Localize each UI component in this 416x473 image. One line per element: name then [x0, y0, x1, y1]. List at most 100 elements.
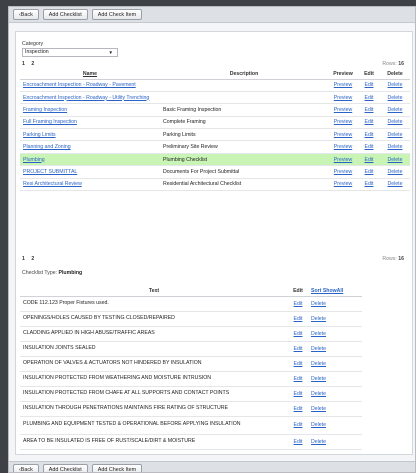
rows-value: 16 [398, 61, 404, 67]
delete-link[interactable]: Delete [311, 301, 326, 307]
edit-link[interactable]: Edit [365, 107, 374, 113]
back-button[interactable]: ‹Back [13, 9, 39, 20]
preview-link[interactable]: Preview [334, 169, 352, 175]
add-check-item-button[interactable]: Add Check Item [91, 464, 143, 472]
edit-link[interactable]: Edit [365, 169, 374, 175]
preview-link[interactable]: Preview [334, 107, 352, 113]
checklist-name-link[interactable]: Planning and Zoning [23, 144, 71, 150]
delete-link[interactable]: Delete [388, 82, 403, 88]
delete-link[interactable]: Delete [311, 346, 326, 352]
delete-link[interactable]: Delete [388, 107, 403, 113]
delete-link[interactable]: Delete [311, 361, 326, 367]
delete-link[interactable]: Delete [311, 406, 326, 412]
edit-link[interactable]: Edit [294, 439, 303, 445]
edit-link[interactable]: Edit [365, 119, 374, 125]
check-items-table: Text Edit Sort ShowAll CODE 112.123 Prop… [20, 286, 362, 450]
checklist-description: Basic Framing Inspection [163, 106, 222, 113]
checklist-name-link[interactable]: Plumbing [23, 157, 45, 163]
chevron-down-icon: ▼ [108, 50, 113, 55]
checklist-name-link[interactable]: Encroachment Inspection - Roadway - Pave… [23, 82, 136, 88]
edit-link[interactable]: Edit [294, 361, 303, 367]
delete-link[interactable]: Delete [388, 169, 403, 175]
edit-link[interactable]: Edit [365, 95, 374, 101]
check-item-text: CODE 112.123 Proper Fixtures used. [23, 299, 109, 306]
page-2-link[interactable]: 2 [31, 61, 34, 67]
edit-link[interactable]: Edit [365, 157, 374, 163]
edit-link[interactable]: Edit [294, 391, 303, 397]
bottom-toolbar: ‹Back Add Checklist Add Check Item [9, 461, 415, 472]
table-row: INSULATION PROTECTED FROM WEATHERING AND… [20, 371, 362, 386]
add-checklist-button[interactable]: Add Checklist [42, 464, 88, 472]
delete-link[interactable]: Delete [311, 422, 326, 428]
check-item-text: INSULATION JOINTS SEALED [23, 344, 96, 351]
checklist-window: ‹Back Add Checklist Add Check Item Categ… [8, 6, 416, 473]
delete-link[interactable]: Delete [311, 331, 326, 337]
edit-link[interactable]: Edit [294, 406, 303, 412]
checklist-name-link[interactable]: PROJECT SUBMITTAL [23, 169, 77, 175]
checklist-name-link[interactable]: Parking Limits [23, 132, 56, 138]
check-items-header-row: Text Edit Sort ShowAll [20, 286, 362, 296]
checklist-name-link[interactable]: Encroachment Inspection - Roadway - Util… [23, 95, 149, 101]
preview-link[interactable]: Preview [334, 119, 352, 125]
preview-link[interactable]: Preview [334, 144, 352, 150]
rows-label: Rows: [382, 61, 397, 67]
page-1-link[interactable]: 1 [22, 256, 25, 262]
checklist-type: Checklist Type: Plumbing [22, 270, 82, 276]
pager-top: 1 2 [22, 61, 39, 67]
category-selected-value: Inspection [25, 49, 49, 55]
category-label: Category [22, 41, 44, 47]
delete-link[interactable]: Delete [388, 157, 403, 163]
preview-link[interactable]: Preview [334, 181, 352, 187]
table-row: PROJECT SUBMITTAL Documents For Project … [20, 166, 410, 179]
table-row: OPERATION OF VALVES & ACTUATORS NOT HIND… [20, 356, 362, 371]
checklist-type-value: Plumbing [58, 270, 83, 276]
delete-link[interactable]: Delete [311, 316, 326, 322]
check-item-text: AREA TO BE INSULATED IS FREE OF RUST/SCA… [23, 437, 196, 444]
checklist-type-label: Checklist Type: [22, 270, 58, 276]
edit-link[interactable]: Edit [294, 316, 303, 322]
delete-link[interactable]: Delete [311, 376, 326, 382]
edit-link[interactable]: Edit [294, 422, 303, 428]
edit-link[interactable]: Edit [294, 376, 303, 382]
page-2-link[interactable]: 2 [31, 256, 34, 262]
column-header-delete: Delete [387, 71, 403, 78]
checklist-description: Residential Architectural Checklist [163, 181, 242, 188]
edit-link[interactable]: Edit [365, 132, 374, 138]
add-check-item-button[interactable]: Add Check Item [91, 9, 143, 20]
check-item-text: OPENINGS/HOLES CAUSED BY TESTING CLOSED/… [23, 314, 175, 321]
column-header-edit: Edit [364, 71, 374, 78]
table-row: OPENINGS/HOLES CAUSED BY TESTING CLOSED/… [20, 311, 362, 326]
table-row: Parking Limits Parking Limits Preview Ed… [20, 129, 410, 141]
delete-link[interactable]: Delete [388, 144, 403, 150]
edit-link[interactable]: Edit [365, 181, 374, 187]
edit-link[interactable]: Edit [365, 144, 374, 150]
rows-value: 16 [398, 256, 404, 262]
preview-link[interactable]: Preview [334, 132, 352, 138]
table-row: INSULATION PROTECTED FROM CHAFE AT ALL S… [20, 386, 362, 401]
edit-link[interactable]: Edit [294, 301, 303, 307]
sort-showall-link[interactable]: Sort ShowAll [308, 286, 362, 296]
preview-link[interactable]: Preview [334, 95, 352, 101]
column-header-name[interactable]: Name [20, 70, 160, 79]
delete-link[interactable]: Delete [388, 119, 403, 125]
add-checklist-button[interactable]: Add Checklist [42, 9, 88, 20]
checklist-name-link[interactable]: Framing Inspection [23, 107, 67, 113]
page-1-link[interactable]: 1 [22, 61, 25, 67]
edit-link[interactable]: Edit [365, 82, 374, 88]
edit-link[interactable]: Edit [294, 346, 303, 352]
checklist-name-link[interactable]: Resi Architectural Review [23, 181, 82, 187]
delete-link[interactable]: Delete [311, 391, 326, 397]
preview-link[interactable]: Preview [334, 82, 352, 88]
checklist-name-link[interactable]: Full Framing Inspection [23, 119, 77, 125]
preview-link[interactable]: Preview [334, 157, 352, 163]
delete-link[interactable]: Delete [388, 181, 403, 187]
delete-link[interactable]: Delete [388, 95, 403, 101]
table-row: PLUMBING AND EQUIPMENT TESTED & OPERATIO… [20, 416, 362, 434]
back-button[interactable]: ‹Back [13, 464, 39, 472]
column-header-preview: Preview [333, 71, 353, 78]
category-select[interactable]: Inspection ▼ [22, 48, 118, 57]
checklist-description [160, 91, 328, 103]
edit-link[interactable]: Edit [294, 331, 303, 337]
delete-link[interactable]: Delete [311, 439, 326, 445]
delete-link[interactable]: Delete [388, 132, 403, 138]
